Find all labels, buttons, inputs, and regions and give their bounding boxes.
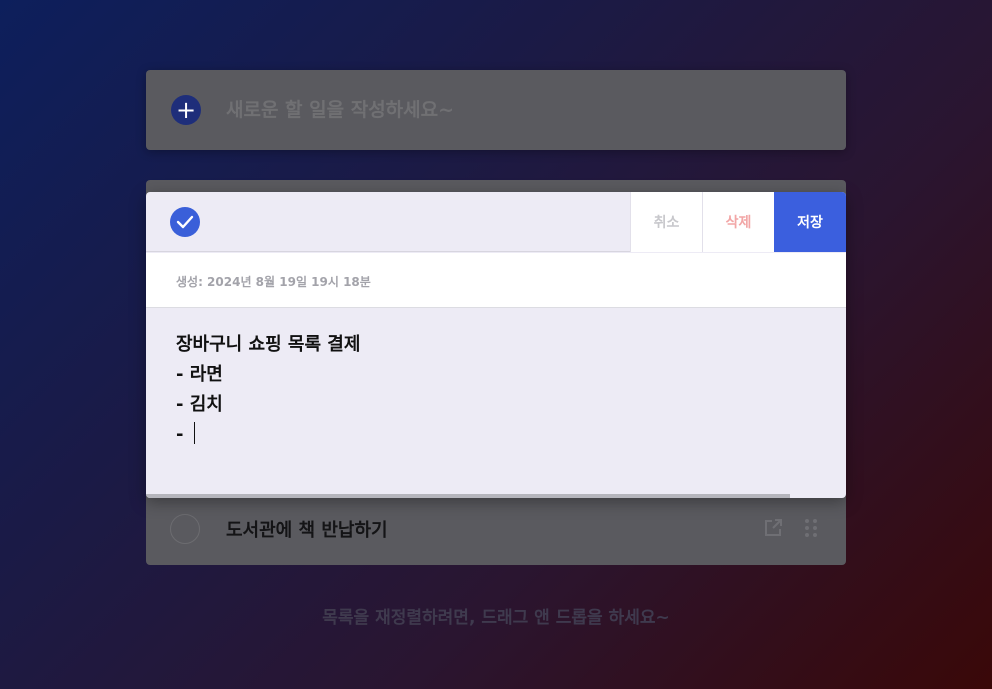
plus-icon: +	[175, 96, 197, 124]
item-text: 도서관에 책 반납하기	[226, 520, 388, 541]
save-button[interactable]: 저장	[774, 192, 846, 252]
modal-meta: 생성: 2024년 8월 19일 19시 18분	[146, 253, 846, 308]
body-line: - 김치	[176, 394, 223, 415]
edit-todo-modal: 취소 삭제 저장 생성: 2024년 8월 19일 19시 18분 장바구니 쇼…	[146, 192, 846, 498]
delete-button[interactable]: 삭제	[702, 192, 774, 252]
external-link-icon[interactable]	[763, 518, 783, 538]
body-line: - 라면	[176, 364, 223, 385]
created-timestamp: 생성: 2024년 8월 19일 19시 18분	[176, 275, 371, 289]
todo-body-editor[interactable]: 장바구니 쇼핑 목록 결제 - 라면 - 김치 -	[176, 330, 816, 450]
add-todo-button[interactable]: +	[171, 95, 201, 125]
modal-header: 취소 삭제 저장	[146, 192, 846, 252]
body-line: -	[176, 424, 190, 445]
text-caret	[193, 422, 195, 444]
cancel-button[interactable]: 취소	[630, 192, 702, 252]
body-line-current: -	[176, 420, 816, 450]
drag-handle-icon[interactable]	[803, 518, 819, 538]
body-line: 장바구니 쇼핑 목록 결제	[176, 334, 361, 355]
horizontal-scrollbar[interactable]	[146, 494, 790, 498]
complete-toggle[interactable]	[170, 207, 200, 237]
item-checkbox[interactable]	[170, 514, 200, 544]
reorder-hint: 목록을 재정렬하려면, 드래그 앤 드롭을 하세요~	[322, 608, 670, 628]
checkmark-icon	[176, 215, 194, 229]
new-todo-bar: +	[146, 70, 846, 150]
new-todo-input[interactable]	[226, 94, 786, 126]
